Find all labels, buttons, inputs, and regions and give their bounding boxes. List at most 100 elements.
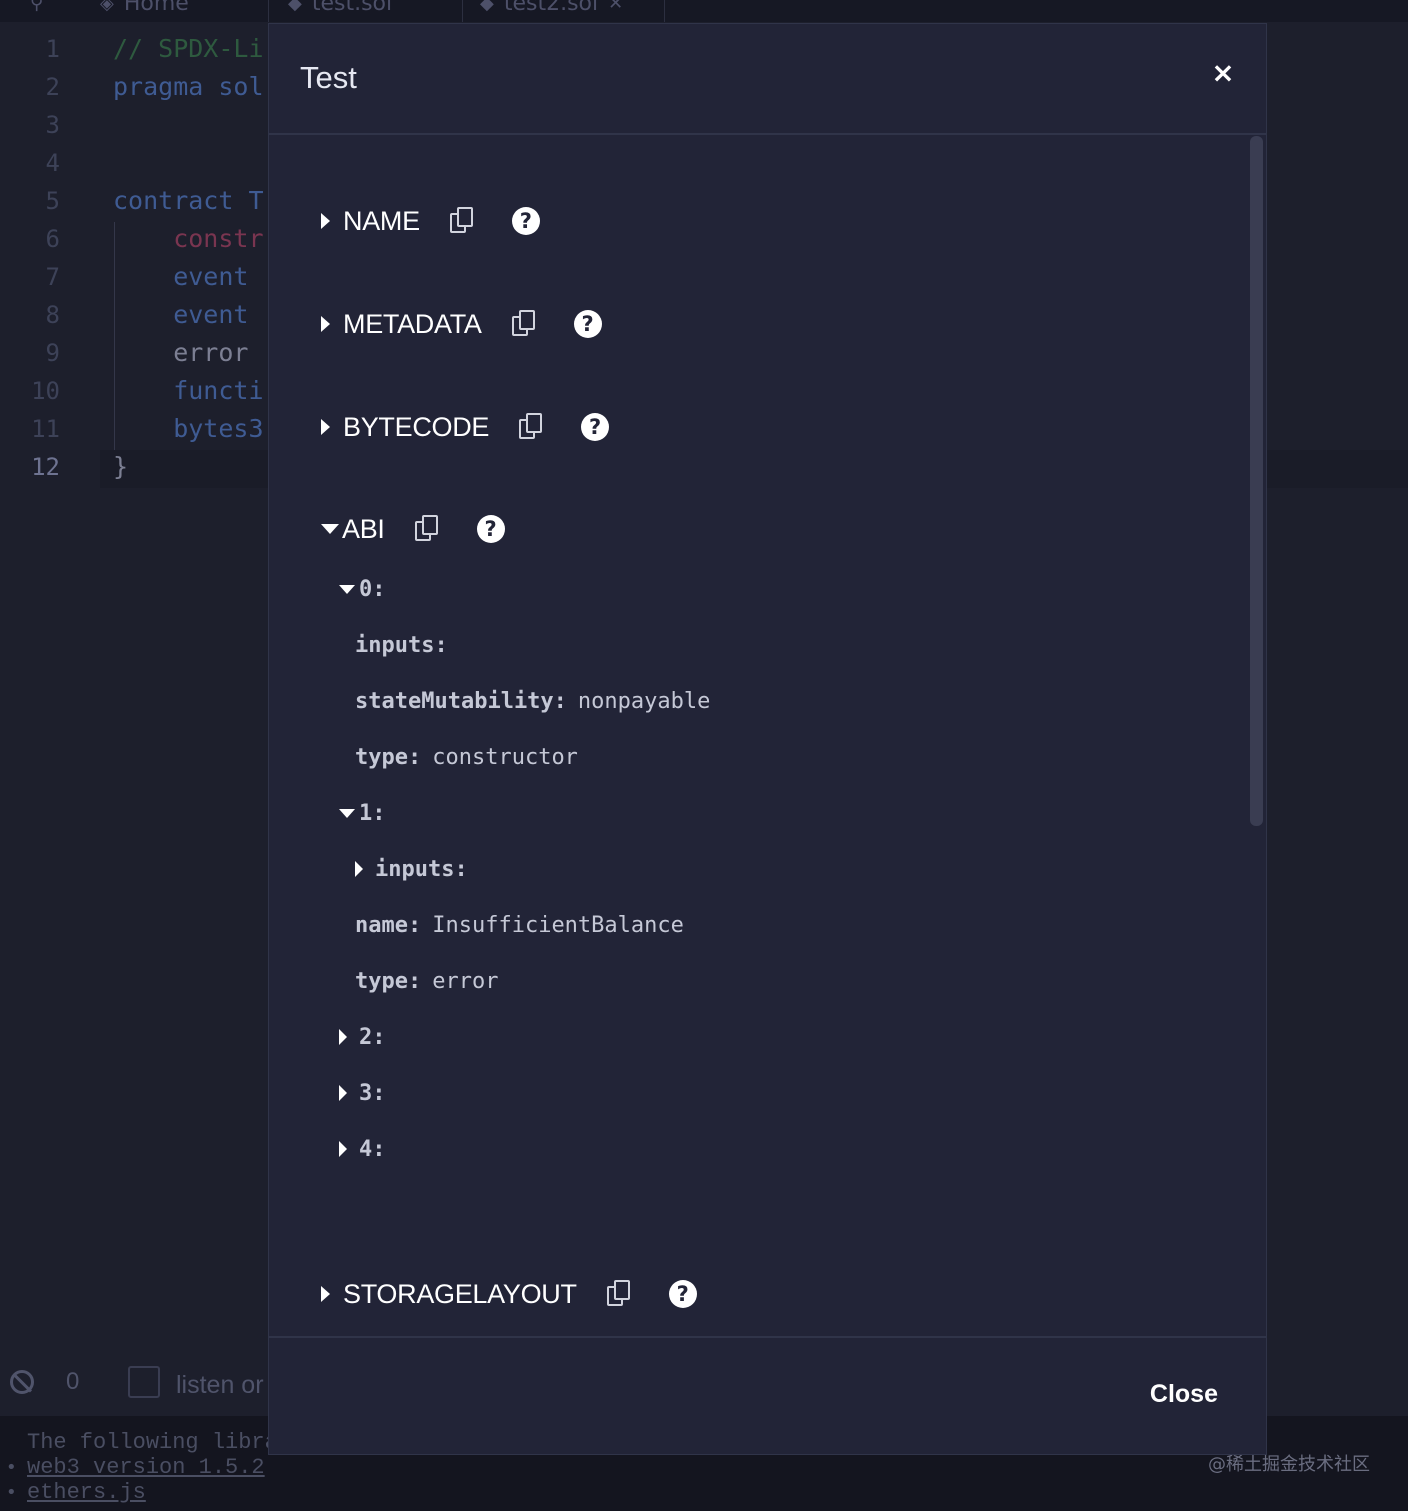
copy-icon[interactable] xyxy=(449,207,474,235)
line-number: 4 xyxy=(45,149,60,177)
home-icon: ◈ xyxy=(100,0,114,14)
section-storagelayout-label: STORAGELAYOUT xyxy=(343,1278,577,1309)
help-icon[interactable]: ? xyxy=(476,515,505,543)
bullet: • xyxy=(6,1457,17,1478)
copy-icon[interactable] xyxy=(414,515,439,543)
tab-divider xyxy=(664,0,665,22)
abi-item-4[interactable]: 4: xyxy=(339,1132,386,1166)
tab-test-sol-label: test.sol xyxy=(311,0,393,16)
search-icon: ⚲ xyxy=(30,0,44,14)
terminal-link[interactable]: web3 version 1.5.2 xyxy=(27,1455,265,1480)
caret-right-icon xyxy=(321,419,330,435)
caret-right-icon xyxy=(339,1029,347,1045)
section-metadata-label: METADATA xyxy=(343,308,482,339)
help-icon[interactable]: ? xyxy=(581,413,610,441)
line-number: 3 xyxy=(45,111,60,139)
abi-item-1[interactable]: 1: xyxy=(339,796,386,830)
tree-key: inputs: xyxy=(355,632,448,658)
pending-tx-count: 0 xyxy=(66,1368,80,1395)
caret-right-icon xyxy=(321,1286,330,1302)
tree-key: type: xyxy=(355,744,422,770)
abi-field: type: constructor xyxy=(355,740,578,774)
listen-checkbox[interactable] xyxy=(128,1366,160,1398)
caret-right-icon xyxy=(355,861,363,877)
tab-test2-sol[interactable]: ◆ test2.sol ✕ xyxy=(480,0,623,20)
solidity-file-icon: ◆ xyxy=(288,0,302,14)
copy-icon[interactable] xyxy=(511,310,536,338)
terminal-line: The following librar xyxy=(27,1430,292,1455)
caret-right-icon xyxy=(321,316,330,332)
caret-down-icon xyxy=(321,524,339,534)
tree-key: stateMutability: xyxy=(355,688,567,714)
abi-field-inputs[interactable]: inputs: xyxy=(355,852,468,886)
tab-home-label: Home xyxy=(123,0,189,16)
section-abi-label: ABI xyxy=(342,513,385,544)
line-number: 9 xyxy=(45,339,60,367)
terminal-link[interactable]: ethers.js xyxy=(27,1480,146,1505)
caret-right-icon xyxy=(339,1141,347,1157)
caret-right-icon xyxy=(321,213,330,229)
tree-key: 3: xyxy=(359,1080,386,1106)
modal-footer: Close xyxy=(269,1336,1266,1454)
help-icon[interactable]: ? xyxy=(573,310,602,338)
section-bytecode[interactable]: BYTECODE ? xyxy=(321,407,610,447)
line-number-gutter: 1 2 3 4 5 6 7 8 9 10 11 12 xyxy=(0,30,82,486)
editor-tab-bar xyxy=(0,0,1408,22)
line-number: 8 xyxy=(45,301,60,329)
section-metadata[interactable]: METADATA ? xyxy=(321,304,602,344)
modal-scrollbar[interactable] xyxy=(1250,136,1263,826)
abi-item-2[interactable]: 2: xyxy=(339,1020,386,1054)
tree-key: 1: xyxy=(359,800,386,826)
tab-test-sol[interactable]: ◆ test.sol xyxy=(288,0,392,20)
bullet: • xyxy=(6,1482,17,1503)
help-icon[interactable]: ? xyxy=(511,207,540,235)
line-number: 10 xyxy=(31,377,60,405)
close-tab-icon[interactable]: ✕ xyxy=(608,0,623,14)
listen-label: listen or xyxy=(176,1371,264,1399)
tree-value: nonpayable xyxy=(577,688,711,714)
tree-value: constructor xyxy=(432,744,578,770)
caret-down-icon xyxy=(339,808,355,818)
clear-console-icon[interactable] xyxy=(10,1370,34,1394)
caret-right-icon xyxy=(339,1085,347,1101)
tab-divider xyxy=(462,0,463,22)
abi-field: type: error xyxy=(355,964,498,998)
solidity-file-icon: ◆ xyxy=(480,0,494,14)
section-name-label: NAME xyxy=(343,205,420,236)
tree-value: error xyxy=(432,968,499,994)
tree-key: inputs: xyxy=(375,856,468,882)
abi-field: inputs: xyxy=(355,628,448,662)
modal-title: Test xyxy=(300,60,357,95)
abi-field: stateMutability: nonpayable xyxy=(355,684,710,718)
section-name[interactable]: NAME ? xyxy=(321,201,540,241)
abi-field: name: InsufficientBalance xyxy=(355,908,684,942)
tab-test2-sol-label: test2.sol xyxy=(503,0,599,16)
tree-key: name: xyxy=(355,912,422,938)
line-number: 7 xyxy=(45,263,60,291)
section-bytecode-label: BYTECODE xyxy=(343,411,490,442)
tab-home[interactable]: ◈ Home xyxy=(100,0,189,20)
line-number: 6 xyxy=(45,225,60,253)
line-number: 1 xyxy=(45,35,60,63)
modal-header: Test × xyxy=(269,24,1266,135)
tree-key: type: xyxy=(355,968,422,994)
line-number: 5 xyxy=(45,187,60,215)
modal-body: NAME ? METADATA ? BYTECODE ? ABI ? 0: in… xyxy=(269,135,1266,1335)
close-button[interactable]: Close xyxy=(1150,1380,1218,1409)
abi-item-3[interactable]: 3: xyxy=(339,1076,386,1110)
tree-key: 0: xyxy=(359,576,386,602)
tree-key: 2: xyxy=(359,1024,386,1050)
section-storagelayout[interactable]: STORAGELAYOUT ? xyxy=(321,1274,697,1314)
abi-item-0[interactable]: 0: xyxy=(339,572,386,606)
compilation-details-modal: Test × NAME ? METADATA ? BYTECODE ? ABI xyxy=(268,23,1267,1455)
copy-icon[interactable] xyxy=(606,1280,631,1308)
section-abi[interactable]: ABI ? xyxy=(321,509,505,549)
copy-icon[interactable] xyxy=(519,413,543,441)
search-tab[interactable]: ⚲ xyxy=(30,0,43,20)
line-number: 2 xyxy=(45,73,60,101)
tree-key: 4: xyxy=(359,1136,386,1162)
help-icon[interactable]: ? xyxy=(668,1280,697,1308)
close-icon[interactable]: × xyxy=(1206,56,1240,90)
line-number: 11 xyxy=(31,415,60,443)
tree-value: InsufficientBalance xyxy=(432,912,684,938)
